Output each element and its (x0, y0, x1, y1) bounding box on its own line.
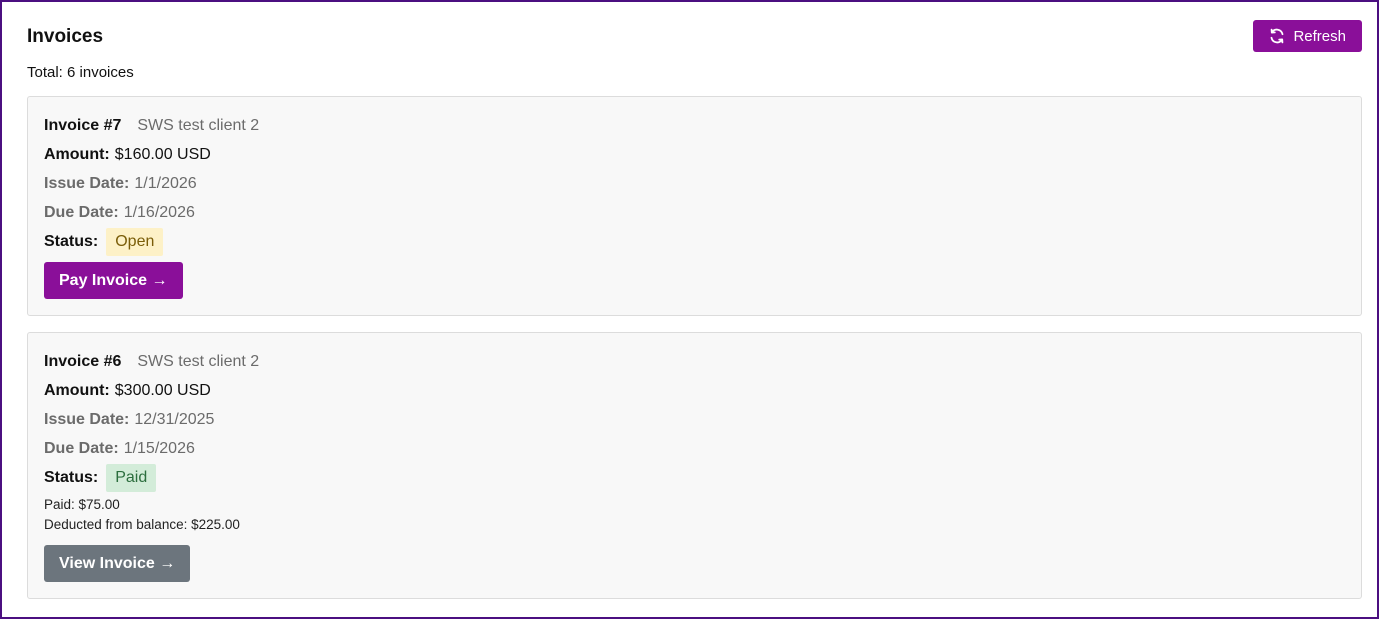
amount-value: $300.00 USD (114, 382, 211, 399)
status-badge: Paid (106, 463, 157, 492)
header: Invoices Refresh (27, 19, 1362, 53)
invoice-card-7: Invoice #7 SWS test client 2 Amount: $16… (27, 96, 1362, 316)
paid-note: Paid: $75.00 (44, 497, 120, 512)
pay-invoice-button[interactable]: Pay Invoice → (44, 262, 183, 299)
invoices-panel: Invoices Refresh Total: 6 invoices Invoi… (0, 0, 1379, 619)
issue-date-label: Issue Date: (44, 411, 130, 428)
status-label: Status: (44, 233, 99, 250)
refresh-icon (1269, 28, 1285, 44)
invoice-header: Invoice #6 SWS test client 2 (44, 347, 1345, 376)
total-count: Total: 6 invoices (27, 64, 134, 81)
issue-date-value: 1/1/2026 (134, 175, 197, 192)
invoice-issue-row: Issue Date: 1/1/2026 (44, 169, 1345, 198)
invoice-status-row: Status: Paid (44, 463, 1345, 492)
invoice-card-6: Invoice #6 SWS test client 2 Amount: $30… (27, 332, 1362, 599)
invoice-amount-row: Amount: $160.00 USD (44, 140, 1345, 169)
invoice-issue-row: Issue Date: 12/31/2025 (44, 405, 1345, 434)
issue-date-label: Issue Date: (44, 175, 130, 192)
amount-label: Amount: (44, 146, 110, 163)
payment-notes: Paid: $75.00 Deducted from balance: $225… (44, 495, 1345, 535)
invoice-due-row: Due Date: 1/15/2026 (44, 434, 1345, 463)
invoice-client: SWS test client 2 (137, 117, 260, 134)
due-date-value: 1/15/2026 (123, 440, 195, 457)
due-date-label: Due Date: (44, 204, 119, 221)
due-date-value: 1/16/2026 (123, 204, 195, 221)
refresh-button[interactable]: Refresh (1253, 20, 1362, 52)
due-date-label: Due Date: (44, 440, 119, 457)
invoice-client: SWS test client 2 (137, 353, 260, 370)
page-title: Invoices (27, 26, 104, 47)
view-invoice-button[interactable]: View Invoice → (44, 545, 191, 582)
refresh-label: Refresh (1293, 27, 1346, 45)
amount-label: Amount: (44, 382, 110, 399)
invoice-header: Invoice #7 SWS test client 2 (44, 111, 1345, 140)
amount-value: $160.00 USD (114, 146, 211, 163)
invoice-status-row: Status: Open (44, 227, 1345, 256)
issue-date-value: 12/31/2025 (134, 411, 215, 428)
balance-note: Deducted from balance: $225.00 (44, 517, 240, 532)
invoice-due-row: Due Date: 1/16/2026 (44, 198, 1345, 227)
invoice-amount-row: Amount: $300.00 USD (44, 376, 1345, 405)
status-badge: Open (106, 227, 164, 256)
status-label: Status: (44, 469, 99, 486)
invoice-title: Invoice #6 (44, 353, 122, 370)
invoice-title: Invoice #7 (44, 117, 122, 134)
